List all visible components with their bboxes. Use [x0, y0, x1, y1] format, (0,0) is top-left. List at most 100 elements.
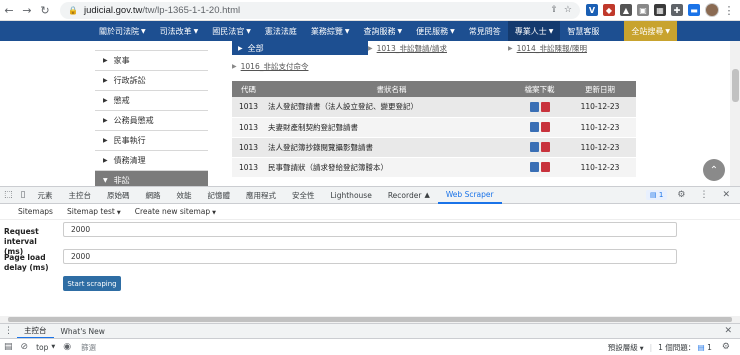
tab-recorder[interactable]: Recorder ▲: [380, 187, 438, 204]
log-levels-dropdown[interactable]: 預設層級 ▼: [608, 342, 644, 353]
sitemap-test-menu[interactable]: Sitemap test ▼: [67, 207, 121, 216]
extension-grid-icon[interactable]: ▦: [654, 4, 666, 16]
bookmark-star-icon[interactable]: ☆: [564, 5, 572, 15]
nav-citizen-judges[interactable]: 國民法官 ▼: [205, 21, 258, 41]
nav-public-services[interactable]: 便民服務 ▼: [409, 21, 462, 41]
sitemaps-link[interactable]: Sitemaps: [18, 207, 53, 216]
devtools-scrollbar-thumb[interactable]: [8, 317, 732, 322]
live-expression-eye-icon[interactable]: ◉: [59, 342, 75, 352]
category-dropdown-selected[interactable]: ▶ 全部: [232, 41, 368, 55]
header-name: 書狀名稱: [265, 81, 515, 97]
nav-business-overview[interactable]: 業務綜覽 ▼: [304, 21, 357, 41]
sidebar-item-non-litigation[interactable]: ▼ 非訟: [95, 171, 208, 186]
settings-gear-icon[interactable]: ⚙: [673, 190, 689, 200]
forward-arrow-icon[interactable]: →: [18, 1, 36, 19]
doc-file-icon[interactable]: [529, 122, 539, 132]
doc-file-icon[interactable]: [529, 101, 539, 112]
back-arrow-icon[interactable]: ←: [0, 1, 18, 19]
drawer-menu-icon[interactable]: ⋮: [0, 326, 17, 336]
context-selector[interactable]: top ▼: [32, 343, 59, 352]
clear-console-icon[interactable]: ⊘: [17, 342, 33, 352]
tab-lighthouse[interactable]: Lighthouse: [322, 187, 379, 204]
site-search-button[interactable]: 全站搜尋 ▼: [624, 21, 677, 41]
devtools-horizontal-scrollbar[interactable]: [0, 316, 740, 323]
page-scrollbar-thumb[interactable]: [732, 69, 739, 102]
close-drawer-icon[interactable]: ✕: [720, 326, 740, 336]
profile-avatar[interactable]: [705, 3, 719, 17]
nav-constitutional-court[interactable]: 憲法法庭: [258, 21, 304, 41]
tab-console[interactable]: 主控台: [60, 187, 99, 204]
sidebar-item-family[interactable]: ▶ 家事: [95, 51, 208, 71]
tab-web-scraper[interactable]: Web Scraper: [437, 187, 502, 204]
inspect-element-icon[interactable]: ⬚: [0, 190, 17, 200]
nav-professionals[interactable]: 專業人士 ▼: [507, 21, 561, 41]
row-date: 110-12-23: [564, 97, 636, 118]
link-1014-text[interactable]: 1014_非訟陳報/陳明: [517, 43, 587, 54]
reload-icon[interactable]: ↻: [36, 1, 54, 19]
page-scrollbar[interactable]: [730, 41, 740, 186]
row-name[interactable]: 法人登記聲請書（法人設立登記、變更登記）: [265, 97, 515, 118]
row-name[interactable]: 夫妻財產制契約登記聲請書: [265, 117, 515, 138]
chevron-down-icon: ▼: [397, 27, 403, 35]
link-1013[interactable]: ▶ 1013_非訟聲請/請求: [368, 43, 447, 54]
tab-performance[interactable]: 效能: [168, 187, 199, 204]
tab-security[interactable]: 安全性: [284, 187, 323, 204]
address-bar[interactable]: 🔒 judicial.gov.tw/tw/lp-1365-1-1-20.html…: [60, 1, 580, 19]
tab-sources[interactable]: 原始碼: [99, 187, 138, 204]
browser-menu-icon[interactable]: ⋮: [724, 1, 735, 19]
nav-about[interactable]: 關於司法院 ▼: [92, 21, 153, 41]
extension-square-icon[interactable]: ▣: [637, 4, 649, 16]
extensions-puzzle-icon[interactable]: ✚: [671, 4, 683, 16]
console-filter-input[interactable]: 篩選: [81, 341, 602, 354]
pdf-file-icon[interactable]: [540, 101, 550, 112]
extension-v-icon[interactable]: V: [586, 4, 598, 16]
sidebar-item-debt-clearance[interactable]: ▶ 債務清理: [95, 151, 208, 171]
doc-file-icon[interactable]: [529, 162, 539, 172]
issue-icon: ▤: [697, 342, 705, 352]
sidebar-item-administrative[interactable]: ▶ 行政訴訟: [95, 71, 208, 91]
sidebar-item-civil-servant-discipline[interactable]: ▶ 公務員懲戒: [95, 111, 208, 131]
nav-faq[interactable]: 常見問答: [462, 21, 508, 41]
extension-red-icon[interactable]: ◆: [603, 4, 615, 16]
tab-memory[interactable]: 記憶體: [199, 187, 238, 204]
pdf-file-icon[interactable]: [540, 142, 550, 152]
request-interval-field[interactable]: 2000: [63, 222, 677, 237]
header-code: 代碼: [232, 81, 265, 97]
link-1014[interactable]: ▶ 1014_非訟陳報/陳明: [508, 43, 587, 54]
sidebar-item-discipline[interactable]: ▶ 懲戒: [95, 91, 208, 111]
page-load-delay-field[interactable]: 2000: [63, 249, 677, 264]
link-1016-text[interactable]: 1016_非訟支付命令: [241, 61, 309, 72]
doc-file-icon[interactable]: [529, 142, 539, 152]
tab-elements[interactable]: 元素: [29, 187, 60, 204]
chevron-down-icon: ▼: [344, 27, 350, 35]
create-new-sitemap-menu[interactable]: Create new sitemap ▼: [135, 207, 216, 216]
row-date: 110-12-23: [564, 157, 636, 178]
close-devtools-icon[interactable]: ✕: [718, 190, 734, 200]
extension-dark-icon[interactable]: ▲: [620, 4, 632, 16]
drawer-tab-whats-new[interactable]: What's New: [54, 324, 112, 339]
extension-blue-icon[interactable]: ▬: [688, 4, 700, 16]
console-sidebar-icon[interactable]: ▤: [0, 342, 17, 352]
pdf-file-icon[interactable]: [540, 162, 550, 172]
nav-judicial-reform[interactable]: 司法改革 ▼: [153, 21, 206, 41]
start-scraping-button[interactable]: Start scraping: [63, 276, 121, 291]
back-to-top-button[interactable]: ⌃: [703, 159, 725, 181]
row-name[interactable]: 法人登記簿抄錄閱覽攝影聲請書: [265, 137, 515, 158]
lock-icon[interactable]: 🔒: [68, 6, 78, 15]
nav-query-services[interactable]: 查詢服務 ▼: [357, 21, 410, 41]
drawer-tab-console[interactable]: 主控台: [17, 324, 54, 339]
device-toolbar-icon[interactable]: ▯: [17, 190, 30, 200]
share-icon[interactable]: ⇪: [550, 5, 558, 15]
pdf-file-icon[interactable]: [540, 122, 550, 132]
tab-application[interactable]: 應用程式: [238, 187, 284, 204]
messages-badge[interactable]: ▤ 1: [646, 190, 668, 200]
console-settings-gear-icon[interactable]: ⚙: [718, 342, 734, 352]
nav-smart-service[interactable]: 智慧客服: [560, 21, 606, 41]
link-1013-text[interactable]: 1013_非訟聲請/請求: [377, 43, 447, 54]
issues-counter[interactable]: 1 個問題： ▤ 1: [658, 342, 712, 353]
sidebar-item-civil-execution[interactable]: ▶ 民事執行: [95, 131, 208, 151]
row-name[interactable]: 民事聲請狀（請求發給登記簿謄本）: [265, 157, 515, 178]
more-options-icon[interactable]: ⋮: [695, 190, 712, 200]
tab-network[interactable]: 網路: [137, 187, 168, 204]
link-1016[interactable]: ▶ 1016_非訟支付命令: [232, 61, 308, 72]
